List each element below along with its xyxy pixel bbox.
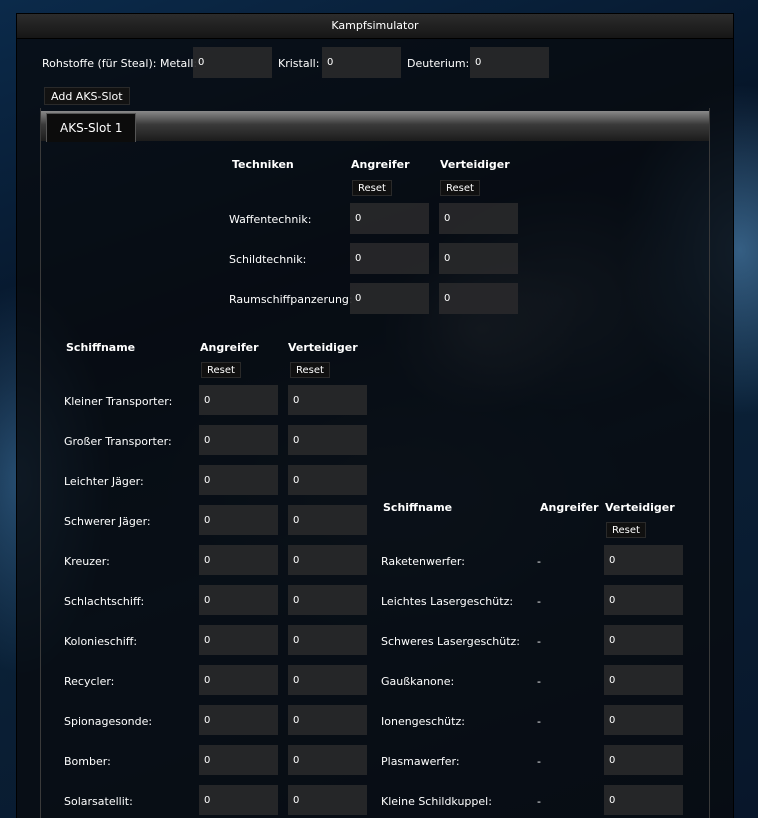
defense-row-label: Kleine Schildkuppel: — [381, 795, 492, 808]
defense-defender-input[interactable] — [604, 705, 683, 735]
defense-row-label: Gaußkanone: — [381, 675, 455, 688]
ship-row-label: Kolonieschiff: — [64, 635, 138, 648]
ship-row-label: Recycler: — [64, 675, 115, 688]
ship-defender-input[interactable] — [288, 585, 367, 615]
ship-row-label: Schlachtschiff: — [64, 595, 145, 608]
defense-attacker-value: - — [537, 595, 541, 608]
defense-attacker-value: - — [537, 715, 541, 728]
defense-defender-input[interactable] — [604, 745, 683, 775]
tech-defender-input[interactable] — [439, 243, 518, 274]
ship-defender-input[interactable] — [288, 745, 367, 775]
ship-row-label: Schwerer Jäger: — [64, 515, 151, 528]
ship-defender-input[interactable] — [288, 385, 367, 415]
tech-row-label: Waffentechnik: — [229, 213, 312, 226]
ship-defender-input[interactable] — [288, 465, 367, 495]
crystal-label: Kristall: — [278, 57, 320, 70]
ship-defender-input[interactable] — [288, 785, 367, 815]
defense-attacker-value: - — [537, 795, 541, 808]
ship-row-label: Bomber: — [64, 755, 111, 768]
defense-attacker-value: - — [537, 675, 541, 688]
window-title: Kampfsimulator — [17, 14, 733, 39]
ship-defender-input[interactable] — [288, 625, 367, 655]
tech-attacker-input[interactable] — [350, 203, 429, 234]
ships-defender-reset-button[interactable]: Reset — [290, 362, 330, 378]
tech-defender-input[interactable] — [439, 203, 518, 234]
deuterium-label: Deuterium: — [407, 57, 470, 70]
defense-defender-input[interactable] — [604, 665, 683, 695]
ship-defender-input[interactable] — [288, 705, 367, 735]
ship-row-label: Großer Transporter: — [64, 435, 172, 448]
ship-attacker-input[interactable] — [199, 785, 278, 815]
tech-row-label: Schildtechnik: — [229, 253, 307, 266]
ship-attacker-input[interactable] — [199, 705, 278, 735]
add-aks-slot-button[interactable]: Add AKS-Slot — [44, 87, 130, 105]
ship-row-label: Spionagesonde: — [64, 715, 153, 728]
defense-defender-reset-button[interactable]: Reset — [606, 522, 646, 538]
tab-aks-slot-1[interactable]: AKS-Slot 1 — [46, 113, 137, 142]
metal-input[interactable] — [193, 47, 272, 78]
defense-attacker-value: - — [537, 635, 541, 648]
defense-attacker-value: - — [537, 555, 541, 568]
defense-row-label: Plasmawerfer: — [381, 755, 460, 768]
ship-row-label: Leichter Jäger: — [64, 475, 144, 488]
ship-defender-input[interactable] — [288, 545, 367, 575]
ship-row-label: Kleiner Transporter: — [64, 395, 173, 408]
ship-attacker-input[interactable] — [199, 665, 278, 695]
defense-defender-header: Verteidiger — [605, 501, 675, 514]
ship-attacker-input[interactable] — [199, 585, 278, 615]
defense-defender-input[interactable] — [604, 625, 683, 655]
tech-defender-input[interactable] — [439, 283, 518, 314]
defense-header: Schiffname — [383, 501, 453, 514]
tech-attacker-reset-button[interactable]: Reset — [352, 180, 392, 196]
ship-attacker-input[interactable] — [199, 425, 278, 455]
ship-row-label: Solarsatellit: — [64, 795, 133, 808]
simulator-window: Kampfsimulator Rohstoffe (für Steal): Me… — [17, 14, 733, 818]
defense-defender-input[interactable] — [604, 785, 683, 815]
ship-attacker-input[interactable] — [199, 625, 278, 655]
ship-defender-input[interactable] — [288, 425, 367, 455]
tech-attacker-input[interactable] — [350, 283, 429, 314]
defense-attacker-value: - — [537, 755, 541, 768]
tech-header: Techniken — [232, 158, 294, 171]
tech-attacker-header: Angreifer — [351, 158, 410, 171]
tech-row-label: Raumschiffpanzerung: — [229, 293, 353, 306]
defense-defender-input[interactable] — [604, 545, 683, 575]
ship-defender-input[interactable] — [288, 505, 367, 535]
crystal-input[interactable] — [322, 47, 401, 78]
tech-defender-reset-button[interactable]: Reset — [440, 180, 480, 196]
defense-row-label: Ionengeschütz: — [381, 715, 465, 728]
tech-attacker-input[interactable] — [350, 243, 429, 274]
tech-defender-header: Verteidiger — [440, 158, 510, 171]
ships-attacker-header: Angreifer — [200, 341, 259, 354]
defense-attacker-header: Angreifer — [540, 501, 599, 514]
deuterium-input[interactable] — [470, 47, 549, 78]
defense-row-label: Raketenwerfer: — [381, 555, 465, 568]
ship-attacker-input[interactable] — [199, 385, 278, 415]
ship-attacker-input[interactable] — [199, 545, 278, 575]
ship-attacker-input[interactable] — [199, 745, 278, 775]
ship-row-label: Kreuzer: — [64, 555, 110, 568]
defense-defender-input[interactable] — [604, 585, 683, 615]
defense-row-label: Leichtes Lasergeschütz: — [381, 595, 514, 608]
resources-metal-label: Rohstoffe (für Steal): Metall: — [42, 57, 198, 70]
ships-defender-header: Verteidiger — [288, 341, 358, 354]
tab-bar: AKS-Slot 1 — [41, 111, 709, 142]
ship-attacker-input[interactable] — [199, 465, 278, 495]
ship-attacker-input[interactable] — [199, 505, 278, 535]
ships-header: Schiffname — [66, 341, 136, 354]
ship-defender-input[interactable] — [288, 665, 367, 695]
defense-row-label: Schweres Lasergeschütz: — [381, 635, 521, 648]
ships-attacker-reset-button[interactable]: Reset — [201, 362, 241, 378]
